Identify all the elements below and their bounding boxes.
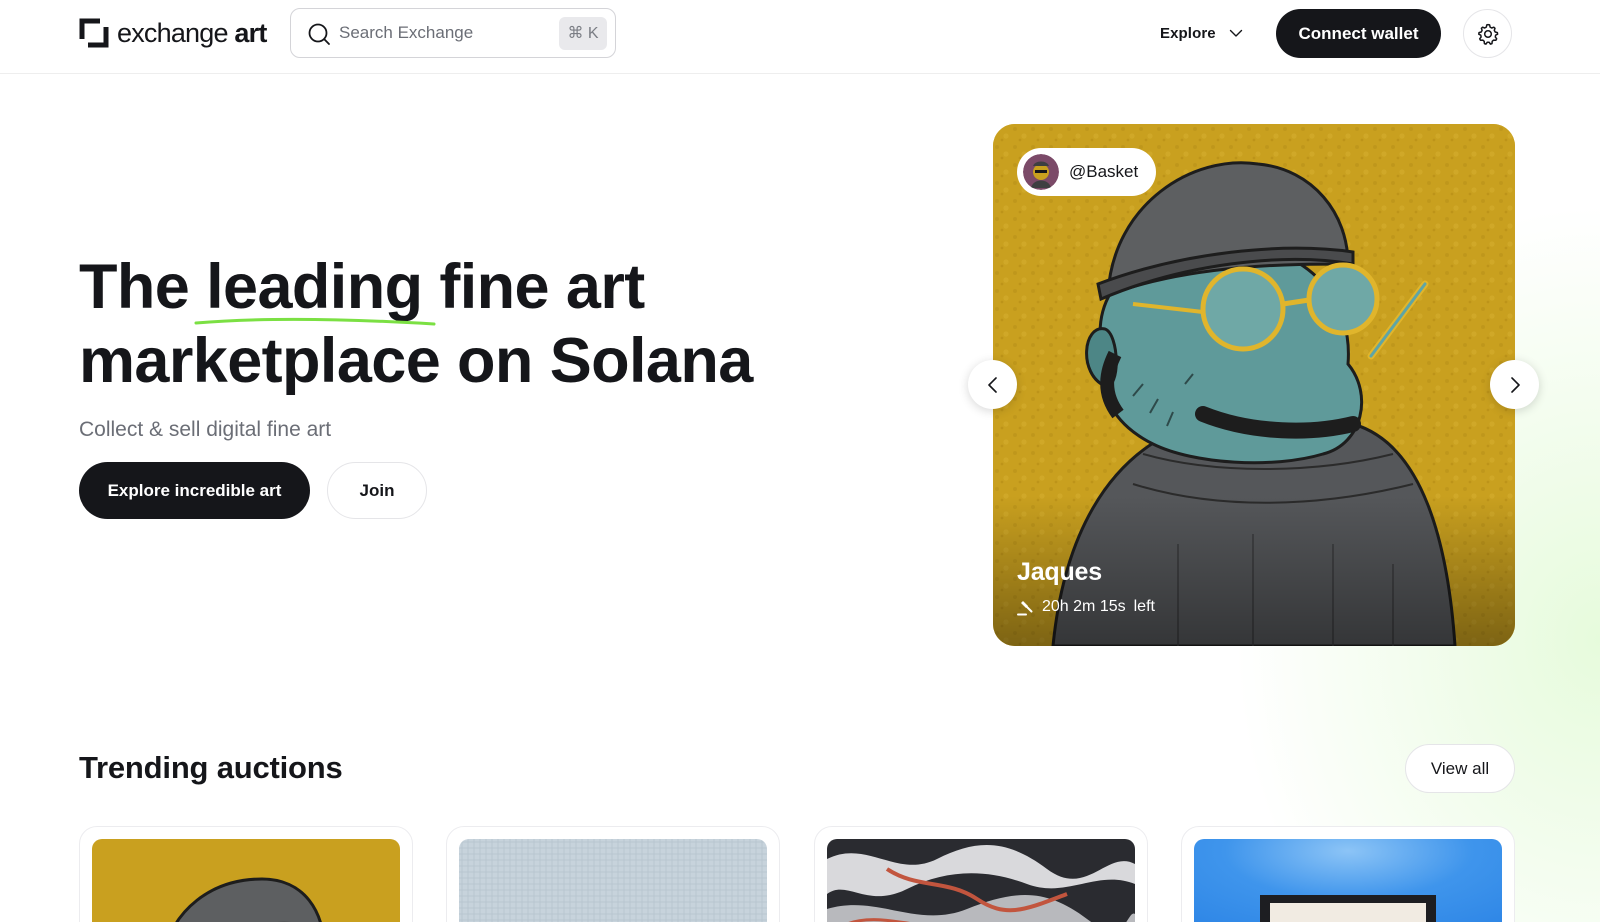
- explore-menu[interactable]: Explore: [1160, 20, 1244, 46]
- auction-card-artwork: [1194, 839, 1502, 922]
- search-shortcut-badge: ⌘ K: [559, 17, 607, 50]
- highlight-underline: [194, 317, 436, 326]
- explore-art-button[interactable]: Explore incredible art: [79, 462, 310, 519]
- artist-chip[interactable]: @Basket: [1017, 148, 1157, 196]
- connect-wallet-button[interactable]: Connect wallet: [1276, 9, 1441, 58]
- logo-text: exchange art: [117, 18, 267, 48]
- hero-title-highlight: leading: [194, 250, 436, 326]
- auction-card-image: [827, 839, 1135, 922]
- auction-time-suffix: left: [1133, 598, 1155, 615]
- auction-card-artwork: [92, 839, 400, 922]
- auction-card[interactable]: [814, 826, 1148, 922]
- auction-card-image: [1194, 839, 1502, 922]
- trending-auctions-heading: Trending auctions: [79, 750, 343, 785]
- auction-card[interactable]: [79, 826, 413, 922]
- exchange-art-logo[interactable]: exchange art: [79, 18, 267, 48]
- auction-card[interactable]: [1181, 826, 1515, 922]
- search-box[interactable]: ⌘ K: [290, 8, 616, 58]
- auction-card-image: [92, 839, 400, 922]
- search-input[interactable]: [339, 19, 539, 47]
- top-nav: exchange art ⌘ K Explore Connect wallet: [0, 0, 1600, 74]
- auction-card-image: [459, 839, 767, 922]
- hero-title: The leading fine art marketplace on Sola…: [79, 250, 819, 398]
- settings-button[interactable]: [1463, 9, 1512, 58]
- artist-avatar: [1023, 154, 1059, 190]
- join-button[interactable]: Join: [327, 462, 427, 519]
- artist-handle: @Basket: [1069, 162, 1139, 181]
- view-all-button[interactable]: View all: [1405, 744, 1515, 793]
- logo-mark-icon: [79, 18, 109, 48]
- chevron-right-icon: [1510, 376, 1520, 393]
- explore-menu-label: Explore: [1160, 24, 1216, 42]
- hero-subtitle: Collect & sell digital fine art: [79, 418, 332, 441]
- auction-card-artwork: [459, 839, 767, 922]
- chevron-down-icon: [1229, 29, 1242, 37]
- auction-card-artwork: [827, 839, 1135, 922]
- auction-card[interactable]: [446, 826, 780, 922]
- hero-title-line2: marketplace on Solana: [79, 326, 753, 396]
- search-icon: [308, 23, 330, 45]
- gear-icon: [1477, 23, 1498, 45]
- chevron-left-icon: [987, 376, 997, 393]
- hero-title-after: fine art: [439, 252, 645, 322]
- hero-title-highlight-word: leading: [206, 252, 423, 322]
- featured-artwork-card[interactable]: @Basket Jaques 20h 2m 15s left: [993, 124, 1515, 646]
- auction-timer: 20h 2m 15s left: [1017, 598, 1155, 616]
- gavel-icon: [1017, 600, 1033, 615]
- carousel-next-button[interactable]: [1490, 360, 1539, 409]
- auction-time-left: 20h 2m 15s: [1042, 598, 1126, 615]
- artwork-title: Jaques: [1017, 558, 1102, 586]
- hero-title-before: The: [79, 252, 190, 322]
- carousel-prev-button[interactable]: [968, 360, 1017, 409]
